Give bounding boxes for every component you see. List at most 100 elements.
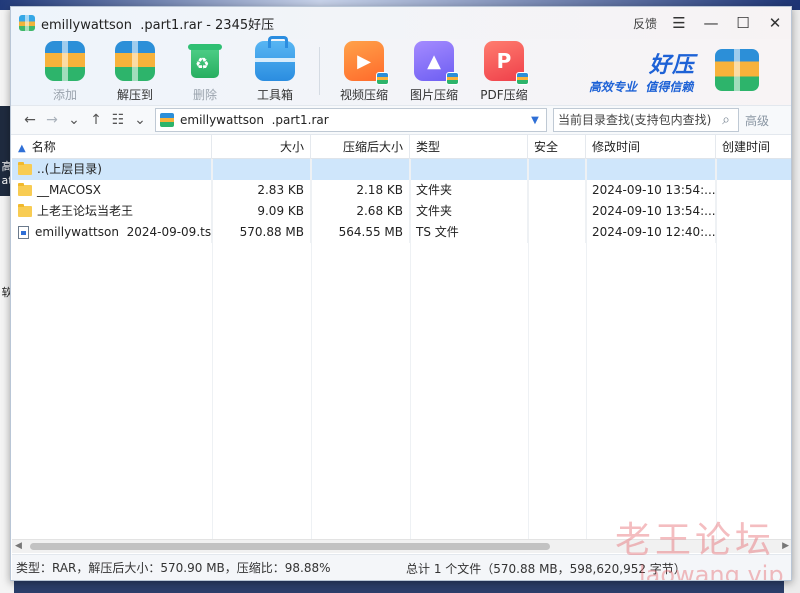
safety-cell <box>528 222 586 243</box>
brand-slogan: 高效专业 值得信赖 <box>589 80 694 94</box>
folder-icon <box>18 204 32 217</box>
modified-cell: 2024-09-10 13:54:... <box>586 180 716 201</box>
column-header-safety[interactable]: 安全 <box>528 135 586 159</box>
type-cell: 文件夹 <box>410 180 528 201</box>
type-cell: TS 文件 <box>410 222 528 243</box>
scrollbar-thumb[interactable] <box>30 543 550 550</box>
window-title: emillywattson .part1.rar - 2345好压 <box>41 17 275 33</box>
maximize-icon[interactable]: ☐ <box>727 7 759 39</box>
advanced-search-link[interactable]: 高级 <box>745 112 769 129</box>
toolbar-divider <box>319 47 320 95</box>
close-icon[interactable]: ✕ <box>759 7 791 39</box>
created-cell <box>716 159 791 180</box>
column-header-modified[interactable]: 修改时间 <box>586 135 716 159</box>
brand-logo-icon <box>715 49 759 91</box>
modified-cell: 2024-09-10 13:54:... <box>586 201 716 222</box>
created-cell <box>716 201 791 222</box>
main-toolbar: 添加 解压到 ♻ 删除 工具箱 ▶ 视频压缩 ▲ 图片压缩 P PDF压缩 好压 <box>11 36 791 105</box>
column-header-packed-size[interactable]: 压缩后大小 <box>311 135 410 159</box>
table-row[interactable]: emillywattson 2024-09-09.ts... 570.88 MB… <box>12 222 791 243</box>
created-cell <box>716 222 791 243</box>
back-arrow-icon[interactable]: ← <box>19 108 41 132</box>
app-logo-icon <box>19 15 35 31</box>
window-controls: 反馈 ☰ — ☐ ✕ <box>627 7 791 39</box>
path-text: emillywattson .part1.rar <box>180 113 329 127</box>
size-cell: 570.88 MB <box>212 222 311 243</box>
search-box: ⌕ <box>553 108 739 132</box>
brand-block: 好压 高效专业 值得信赖 <box>589 45 759 95</box>
file-list-header: ▲ 名称 大小 压缩后大小 类型 安全 修改时间 创建时间 <box>12 135 791 159</box>
video-file-icon <box>18 226 29 239</box>
menu-icon[interactable]: ☰ <box>663 7 695 39</box>
view-dropdown-icon[interactable]: ⌄ <box>129 108 151 132</box>
table-row[interactable]: __MACOSX 2.83 KB 2.18 KB 文件夹 2024-09-10 … <box>12 180 791 201</box>
modified-cell <box>586 159 716 180</box>
history-dropdown-icon[interactable]: ⌄ <box>63 108 85 132</box>
safety-cell <box>528 159 586 180</box>
path-dropdown-icon[interactable]: ▼ <box>524 115 546 126</box>
safety-cell <box>528 201 586 222</box>
packed-size-cell <box>311 159 410 180</box>
minimize-icon[interactable]: — <box>695 7 727 39</box>
image-compress-icon: ▲ <box>414 41 459 85</box>
file-list: ▲ 名称 大小 压缩后大小 类型 安全 修改时间 创建时间 ..(上层目录) __… <box>12 135 791 551</box>
size-cell: 9.09 KB <box>212 201 311 222</box>
column-header-type[interactable]: 类型 <box>410 135 528 159</box>
watermark-url: laowang.vip <box>639 561 784 581</box>
path-field[interactable]: emillywattson .part1.rar ▼ <box>155 108 547 132</box>
column-header-created[interactable]: 创建时间 <box>716 135 791 159</box>
modified-cell: 2024-09-10 12:40:... <box>586 222 716 243</box>
title-bar: emillywattson .part1.rar - 2345好压 反馈 ☰ —… <box>11 7 791 39</box>
feedback-button[interactable]: 反馈 <box>627 7 663 39</box>
safety-cell <box>528 180 586 201</box>
add-button[interactable]: 添加 <box>31 39 99 103</box>
table-row[interactable]: ..(上层目录) <box>12 159 791 180</box>
watermark-text: 老王论坛 <box>615 520 776 561</box>
toolbox-button[interactable]: 工具箱 <box>241 36 309 103</box>
folder-icon <box>18 183 32 196</box>
video-compress-button[interactable]: ▶ 视频压缩 <box>330 39 398 103</box>
pdf-compress-button[interactable]: P PDF压缩 <box>470 39 538 103</box>
folder-icon <box>18 162 32 175</box>
extract-archive-icon <box>115 41 155 81</box>
created-cell <box>716 180 791 201</box>
search-input[interactable] <box>554 113 714 127</box>
toolbox-label: 工具箱 <box>256 88 293 102</box>
add-label: 添加 <box>52 88 77 102</box>
brand-name: 好压 <box>649 53 696 78</box>
packed-size-cell: 564.55 MB <box>311 222 410 243</box>
recycle-bin-icon: ♻ <box>185 41 225 81</box>
extract-to-button[interactable]: 解压到 <box>101 39 169 103</box>
archive-icon <box>160 113 174 127</box>
image-compress-label: 图片压缩 <box>409 88 458 102</box>
packed-size-cell: 2.18 KB <box>311 180 410 201</box>
pdf-compress-label: PDF压缩 <box>480 88 528 102</box>
forward-arrow-icon[interactable]: → <box>41 108 63 132</box>
packed-size-cell: 2.68 KB <box>311 201 410 222</box>
sort-up-icon: ▲ <box>18 143 26 154</box>
size-cell <box>212 159 311 180</box>
column-header-name[interactable]: ▲ 名称 <box>12 135 212 159</box>
scroll-left-icon[interactable]: ◀ <box>15 541 22 551</box>
video-compress-icon: ▶ <box>344 41 389 85</box>
archive-info-text: 类型：RAR，解压后大小：570.90 MB，压缩比：98.88% <box>16 561 331 575</box>
size-cell: 2.83 KB <box>212 180 311 201</box>
type-cell: 文件夹 <box>410 201 528 222</box>
view-mode-icon[interactable]: ☷ <box>107 108 129 132</box>
scroll-right-icon[interactable]: ▶ <box>782 541 789 551</box>
up-level-icon[interactable]: ↑ <box>85 108 107 132</box>
delete-button[interactable]: ♻ 删除 <box>171 39 239 103</box>
type-cell <box>410 159 528 180</box>
column-header-size[interactable]: 大小 <box>212 135 311 159</box>
video-compress-label: 视频压缩 <box>339 88 388 102</box>
search-icon[interactable]: ⌕ <box>714 112 738 128</box>
add-archive-icon <box>45 41 85 81</box>
delete-label: 删除 <box>192 88 217 102</box>
table-row[interactable]: 上老王论坛当老王 9.09 KB 2.68 KB 文件夹 2024-09-10 … <box>12 201 791 222</box>
name-cell: emillywattson 2024-09-09.ts... <box>12 222 212 243</box>
name-cell: ..(上层目录) <box>12 159 212 180</box>
toolbox-icon <box>255 36 295 81</box>
address-bar: ← → ⌄ ↑ ☷ ⌄ emillywattson .part1.rar ▼ ⌕… <box>11 105 791 135</box>
archive-window: emillywattson .part1.rar - 2345好压 反馈 ☰ —… <box>10 6 792 581</box>
image-compress-button[interactable]: ▲ 图片压缩 <box>400 39 468 103</box>
